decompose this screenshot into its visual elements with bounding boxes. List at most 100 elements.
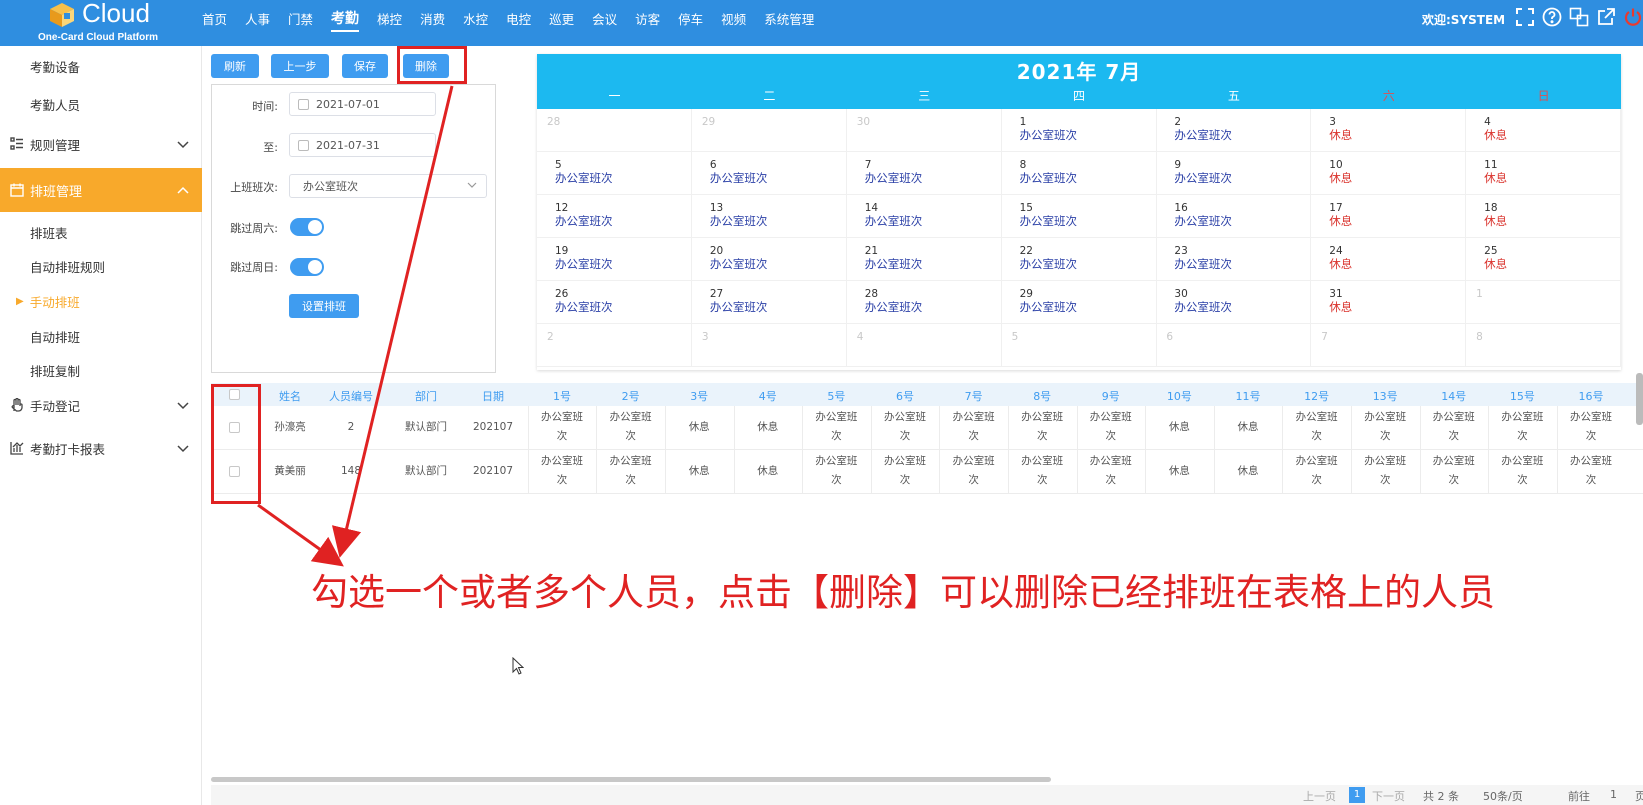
- schedule-cell[interactable]: 休息: [1214, 462, 1282, 481]
- calendar-day-cell[interactable]: 2 办公室班次: [1156, 109, 1312, 152]
- schedule-cell[interactable]: 办公室班次: [597, 408, 665, 446]
- calendar-day-cell[interactable]: 24 休息: [1311, 238, 1467, 281]
- nav-home[interactable]: 首页: [202, 0, 227, 32]
- schedule-cell[interactable]: 办公室班次: [1557, 408, 1625, 446]
- schedule-cell[interactable]: 办公室班次: [940, 452, 1008, 490]
- logo[interactable]: Cloud One-Card Cloud Platform: [20, 0, 190, 46]
- fullscreen-icon[interactable]: [1514, 6, 1536, 28]
- schedule-cell[interactable]: 休息: [1145, 462, 1213, 481]
- goto-input[interactable]: 1: [1610, 788, 1617, 801]
- schedule-cell[interactable]: 办公室班次: [1488, 452, 1556, 490]
- nav-video[interactable]: 视频: [721, 0, 746, 32]
- schedule-cell[interactable]: 办公室班次: [1488, 408, 1556, 446]
- table-row[interactable]: 孙濠亮 2 默认部门 202107 办公室班次办公室班次休息 休息 办公室班次办公室班次办公…: [211, 406, 1643, 450]
- refresh-button[interactable]: 刷新: [211, 54, 259, 78]
- calendar-day-cell[interactable]: 3 休息: [1311, 109, 1467, 152]
- calendar-day-cell[interactable]: 31 休息: [1311, 281, 1467, 324]
- calendar-day-cell[interactable]: 1: [1466, 281, 1622, 324]
- skip-saturday-toggle[interactable]: [290, 218, 324, 236]
- schedule-cell[interactable]: 办公室班次: [1008, 452, 1076, 490]
- nav-power[interactable]: 电控: [506, 0, 531, 32]
- nav-access[interactable]: 门禁: [288, 0, 313, 32]
- calendar-day-cell[interactable]: 15 办公室班次: [1001, 195, 1157, 238]
- calendar-day-cell[interactable]: 5: [1001, 324, 1157, 367]
- column-header[interactable]: 姓名: [260, 388, 320, 404]
- calendar-day-cell[interactable]: 8: [1466, 324, 1622, 367]
- calendar-day-cell[interactable]: 7: [1311, 324, 1467, 367]
- schedule-cell[interactable]: 办公室班次: [1420, 452, 1488, 490]
- next-page-button[interactable]: 下一页: [1372, 788, 1405, 804]
- schedule-cell[interactable]: 办公室班次: [871, 452, 939, 490]
- nav-patrol[interactable]: 巡更: [549, 0, 574, 32]
- calendar-day-cell[interactable]: 27 办公室班次: [691, 281, 847, 324]
- page-1-button[interactable]: 1: [1349, 787, 1365, 803]
- column-header[interactable]: 8号: [1012, 388, 1072, 404]
- calendar-day-cell[interactable]: 29: [691, 109, 847, 152]
- calendar-day-cell[interactable]: 14 办公室班次: [846, 195, 1002, 238]
- calendar-day-cell[interactable]: 16 办公室班次: [1156, 195, 1312, 238]
- calendar-day-cell[interactable]: 29 办公室班次: [1001, 281, 1157, 324]
- sidebar-item-auto-schedule[interactable]: 自动排班: [0, 318, 202, 354]
- column-header[interactable]: 人员编号: [321, 388, 381, 404]
- calendar-day-cell[interactable]: 22 办公室班次: [1001, 238, 1157, 281]
- calendar-day-cell[interactable]: 2: [537, 324, 692, 367]
- schedule-cell[interactable]: 休息: [665, 462, 733, 481]
- calendar-day-cell[interactable]: 4: [846, 324, 1002, 367]
- column-header[interactable]: 11号: [1218, 388, 1278, 404]
- column-header[interactable]: 日期: [463, 388, 523, 404]
- calendar-day-cell[interactable]: 19 办公室班次: [537, 238, 692, 281]
- calendar-day-cell[interactable]: 11 休息: [1466, 152, 1622, 195]
- page-size-select[interactable]: 50条/页: [1483, 788, 1523, 804]
- shift-select[interactable]: 办公室班次: [289, 174, 487, 198]
- vertical-scrollbar[interactable]: [1636, 373, 1643, 425]
- sidebar-item-schedule-copy[interactable]: 排班复制: [0, 352, 202, 388]
- schedule-cell[interactable]: 办公室班次: [1008, 408, 1076, 446]
- schedule-cell[interactable]: 办公室班次: [528, 452, 596, 490]
- save-button[interactable]: 保存: [342, 54, 388, 78]
- calendar-day-cell[interactable]: 10 休息: [1311, 152, 1467, 195]
- language-icon[interactable]: [1568, 6, 1590, 28]
- date-from-input[interactable]: 2021-07-01: [289, 92, 436, 116]
- calendar-day-cell[interactable]: 18 休息: [1466, 195, 1622, 238]
- sidebar-group-report[interactable]: 考勤打卡报表: [0, 430, 202, 466]
- calendar-day-cell[interactable]: 12 办公室班次: [537, 195, 692, 238]
- calendar-day-cell[interactable]: 23 办公室班次: [1156, 238, 1312, 281]
- calendar-day-cell[interactable]: 7 办公室班次: [846, 152, 1002, 195]
- nav-system[interactable]: 系统管理: [764, 0, 814, 32]
- schedule-cell[interactable]: 办公室班次: [1283, 452, 1351, 490]
- column-header[interactable]: 1号: [532, 388, 592, 404]
- calendar-day-cell[interactable]: 5 办公室班次: [537, 152, 692, 195]
- schedule-cell[interactable]: 休息: [665, 418, 733, 437]
- schedule-cell[interactable]: 办公室班次: [1351, 452, 1419, 490]
- schedule-cell[interactable]: 办公室班次: [597, 452, 665, 490]
- horizontal-scrollbar[interactable]: [211, 777, 1051, 782]
- calendar-day-cell[interactable]: 20 办公室班次: [691, 238, 847, 281]
- prev-page-button[interactable]: 上一页: [1303, 788, 1336, 804]
- column-header[interactable]: 5号: [806, 388, 866, 404]
- schedule-cell[interactable]: 办公室班次: [940, 408, 1008, 446]
- external-link-icon[interactable]: [1595, 6, 1617, 28]
- column-header[interactable]: 16号: [1561, 388, 1621, 404]
- column-header[interactable]: 4号: [738, 388, 798, 404]
- schedule-cell[interactable]: 办公室班次: [1420, 408, 1488, 446]
- set-schedule-button[interactable]: 设置排班: [289, 294, 359, 318]
- nav-attendance[interactable]: 考勤: [331, 0, 360, 32]
- column-header[interactable]: 2号: [601, 388, 661, 404]
- calendar-day-cell[interactable]: 28 办公室班次: [846, 281, 1002, 324]
- table-row[interactable]: 黄美丽 148 默认部门 202107 办公室班次办公室班次休息 休息 办公室班次办公室班次…: [211, 450, 1643, 494]
- calendar-day-cell[interactable]: 26 办公室班次: [537, 281, 692, 324]
- nav-meeting[interactable]: 会议: [592, 0, 617, 32]
- sidebar-item-attendance-staff[interactable]: 考勤人员: [0, 86, 202, 122]
- calendar-day-cell[interactable]: 1 办公室班次: [1001, 109, 1157, 152]
- calendar-day-cell[interactable]: 4 休息: [1466, 109, 1622, 152]
- column-header[interactable]: 9号: [1081, 388, 1141, 404]
- calendar-day-cell[interactable]: 30 办公室班次: [1156, 281, 1312, 324]
- column-header[interactable]: 部门: [396, 388, 456, 404]
- column-header[interactable]: 3号: [669, 388, 729, 404]
- schedule-cell[interactable]: 休息: [734, 462, 802, 481]
- column-header[interactable]: 6号: [875, 388, 935, 404]
- nav-elevator[interactable]: 梯控: [377, 0, 402, 32]
- calendar-day-cell[interactable]: 28: [537, 109, 692, 152]
- schedule-cell[interactable]: 办公室班次: [1077, 452, 1145, 490]
- schedule-cell[interactable]: 办公室班次: [871, 408, 939, 446]
